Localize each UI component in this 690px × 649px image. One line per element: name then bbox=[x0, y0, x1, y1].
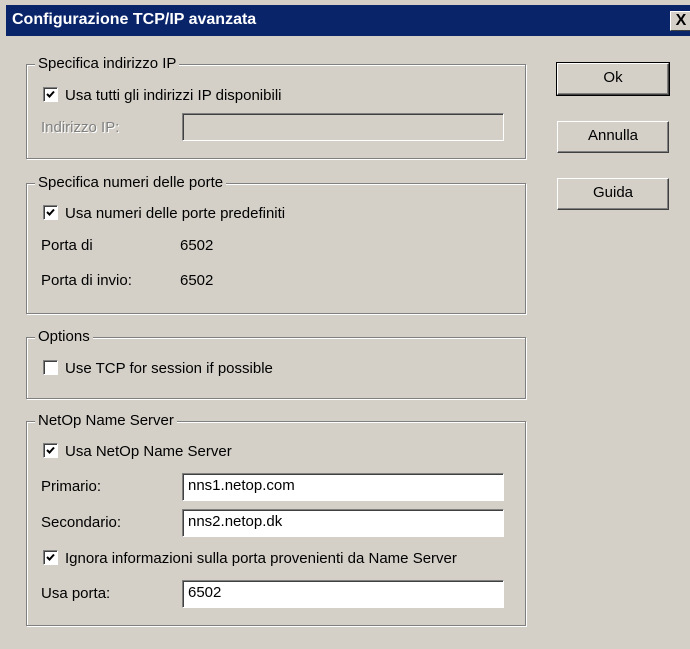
help-button[interactable]: Guida bbox=[557, 178, 669, 210]
use-all-ip-checkbox-row[interactable]: Usa tutti gli indirizzi IP disponibili bbox=[43, 86, 281, 106]
ignore-port-info-label: Ignora informazioni sulla porta provenie… bbox=[65, 550, 457, 567]
tcpip-advanced-dialog: Configurazione TCP/IP avanzata X Specifi… bbox=[0, 0, 690, 649]
use-default-ports-label: Usa numeri delle porte predefiniti bbox=[65, 205, 286, 222]
use-name-server-checkbox[interactable] bbox=[43, 443, 58, 458]
use-tcp-checkbox[interactable] bbox=[43, 360, 58, 375]
use-default-ports-checkbox-row[interactable]: Usa numeri delle porte predefiniti bbox=[43, 204, 285, 224]
name-server-group-legend: NetOp Name Server bbox=[35, 411, 177, 431]
check-mark-icon bbox=[46, 446, 55, 454]
send-port-value: 6502 bbox=[180, 272, 214, 289]
check-mark-icon bbox=[46, 553, 55, 561]
primary-label: Primario: bbox=[41, 478, 102, 495]
ip-address-field[interactable] bbox=[182, 113, 504, 141]
use-name-server-label: Usa NetOp Name Server bbox=[65, 443, 232, 460]
check-mark-icon bbox=[46, 208, 55, 216]
ignore-port-info-checkbox[interactable] bbox=[43, 550, 58, 565]
use-all-ip-label: Usa tutti gli indirizzi IP disponibili bbox=[65, 87, 282, 104]
use-tcp-checkbox-row[interactable]: Use TCP for session if possible bbox=[43, 359, 273, 379]
ok-button[interactable]: Ok bbox=[556, 62, 670, 96]
cancel-button[interactable]: Annulla bbox=[557, 121, 669, 153]
name-server-group: NetOp Name Server Usa NetOp Name Server … bbox=[26, 411, 526, 626]
port-value: 6502 bbox=[180, 237, 214, 254]
window-title: Configurazione TCP/IP avanzata bbox=[12, 11, 257, 28]
ignore-port-info-checkbox-row[interactable]: Ignora informazioni sulla porta provenie… bbox=[43, 549, 457, 569]
close-button[interactable]: X bbox=[670, 11, 690, 31]
port-label: Porta di bbox=[41, 237, 93, 254]
check-mark-icon bbox=[46, 90, 55, 98]
ports-group-legend: Specifica numeri delle porte bbox=[35, 173, 227, 193]
close-icon: X bbox=[675, 12, 687, 29]
title-bar[interactable]: Configurazione TCP/IP avanzata X bbox=[6, 5, 690, 36]
ip-address-group: Specifica indirizzo IP Usa tutti gli ind… bbox=[26, 54, 526, 159]
options-group: Options Use TCP for session if possible bbox=[26, 327, 526, 399]
use-port-label: Usa porta: bbox=[41, 585, 111, 602]
ip-address-label: Indirizzo IP: bbox=[41, 119, 120, 136]
use-tcp-label: Use TCP for session if possible bbox=[65, 360, 273, 377]
use-all-ip-checkbox[interactable] bbox=[43, 87, 58, 102]
send-port-label: Porta di invio: bbox=[41, 272, 132, 289]
port-numbers-group: Specifica numeri delle porte Usa numeri … bbox=[26, 173, 526, 314]
use-name-server-checkbox-row[interactable]: Usa NetOp Name Server bbox=[43, 442, 232, 462]
options-group-legend: Options bbox=[35, 327, 93, 347]
ip-group-legend: Specifica indirizzo IP bbox=[35, 54, 180, 74]
primary-server-field[interactable]: nns1.netop.com bbox=[182, 473, 504, 501]
secondary-label: Secondario: bbox=[41, 514, 122, 531]
use-port-field[interactable]: 6502 bbox=[182, 580, 504, 608]
secondary-server-field[interactable]: nns2.netop.dk bbox=[182, 509, 504, 537]
use-default-ports-checkbox[interactable] bbox=[43, 205, 58, 220]
